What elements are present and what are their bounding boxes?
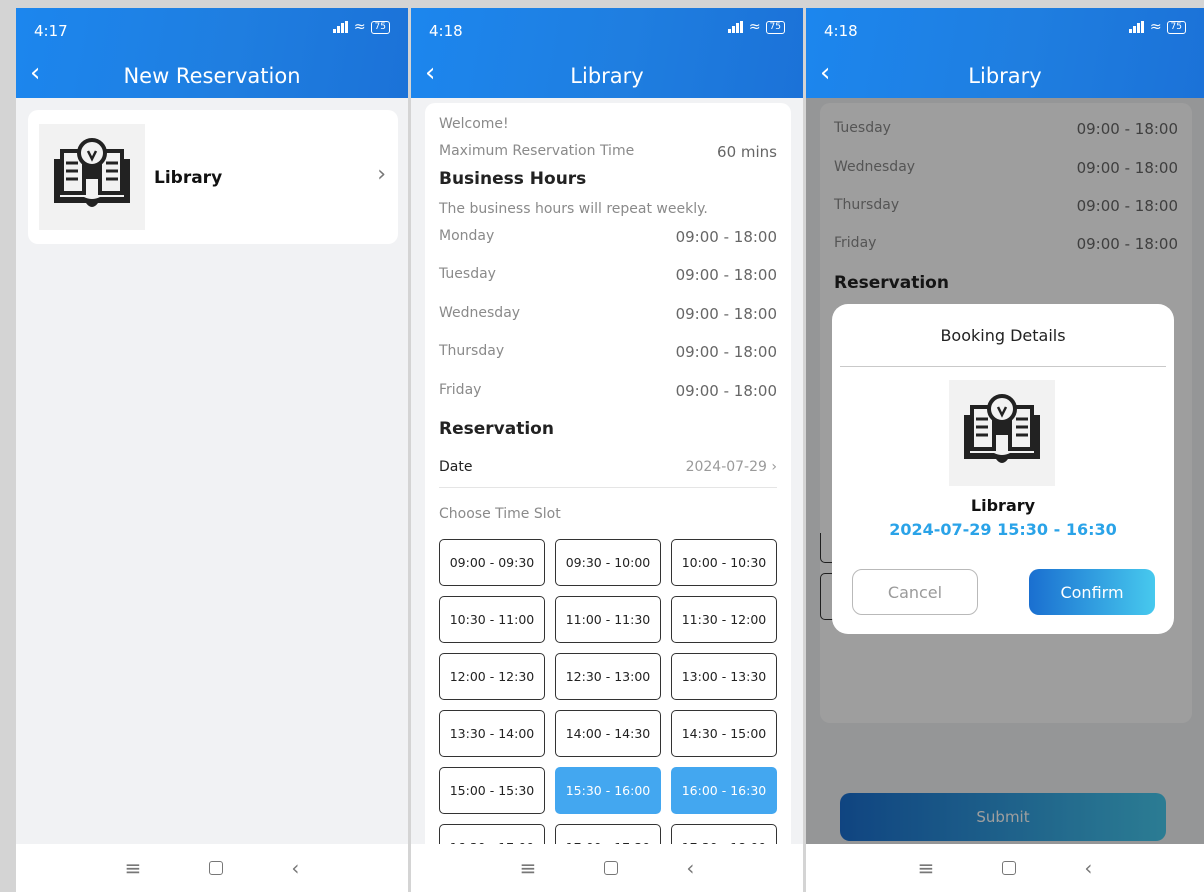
library-list-item[interactable]: Library › (28, 110, 398, 244)
system-nav-bar: ≡ ‹ (806, 844, 1204, 892)
booking-details-dialog: Booking Details Library 2024-07-29 15:30… (832, 304, 1174, 634)
signal-icon (1128, 21, 1145, 33)
wifi-icon: ≈ (748, 19, 761, 35)
date-value-text: 2024-07-29 (685, 459, 767, 475)
page-title: Library (570, 64, 644, 88)
menu-icon[interactable]: ≡ (918, 856, 935, 880)
signal-icon (332, 21, 349, 33)
date-label: Date (439, 459, 473, 475)
app-bar: 4:17 ≈ 75 ‹ New Reservation (16, 8, 408, 98)
day-label: Wednesday (439, 305, 521, 321)
time-slot-button[interactable]: 10:00 - 10:30 (671, 539, 777, 586)
time-slot-button[interactable]: 13:00 - 13:30 (671, 653, 777, 700)
status-icons: ≈ 75 (332, 19, 390, 35)
battery-icon: 75 (1166, 20, 1186, 34)
screen-booking-confirm: 4:18 ≈ 75 ‹ Library Tuesday 09:00 - 18:0… (806, 8, 1204, 892)
wifi-icon: ≈ (353, 19, 366, 35)
time-slot-button[interactable]: 10:30 - 11:00 (439, 596, 545, 643)
day-label: Thursday (439, 343, 505, 359)
library-detail-panel: Welcome! Maximum Reservation Time 60 min… (425, 103, 791, 863)
booking-time: 2024-07-29 15:30 - 16:30 (889, 520, 1117, 539)
home-icon[interactable] (1002, 861, 1017, 875)
system-nav-bar: ≡ ‹ (411, 844, 803, 892)
hours-row: Friday 09:00 - 18:00 (439, 382, 777, 400)
library-thumbnail (39, 124, 145, 230)
status-icons: ≈ 75 (1128, 19, 1186, 35)
business-hours-heading: Business Hours (439, 169, 587, 189)
max-time-value: 60 mins (717, 143, 777, 161)
status-time: 4:18 (429, 22, 463, 40)
time-slot-button[interactable]: 15:30 - 16:00 (555, 767, 661, 814)
library-book-bulb-icon (54, 138, 130, 207)
library-name: Library (154, 168, 223, 188)
max-time-row: Maximum Reservation Time 60 mins (439, 143, 777, 161)
home-icon[interactable] (209, 861, 224, 875)
time-slot-button[interactable]: 16:00 - 16:30 (671, 767, 777, 814)
time-slot-button[interactable]: 14:30 - 15:00 (671, 710, 777, 757)
confirm-button[interactable]: Confirm (1029, 569, 1155, 615)
back-nav-icon[interactable]: ‹ (686, 856, 694, 880)
time-slot-button[interactable]: 12:00 - 12:30 (439, 653, 545, 700)
day-label: Friday (439, 382, 482, 398)
status-time: 4:17 (34, 22, 68, 40)
home-icon[interactable] (604, 861, 619, 875)
date-picker-row[interactable]: Date 2024-07-29 › (439, 459, 777, 488)
time-slot-button[interactable]: 11:30 - 12:00 (671, 596, 777, 643)
time-slot-button[interactable]: 09:30 - 10:00 (555, 539, 661, 586)
app-bar: 4:18 ≈ 75 ‹ Library (411, 8, 803, 98)
library-thumbnail (949, 380, 1055, 486)
library-book-bulb-icon (964, 394, 1040, 463)
day-label: Monday (439, 228, 495, 244)
hours-value: 09:00 - 18:00 (675, 343, 777, 361)
date-value: 2024-07-29 › (686, 459, 777, 475)
chevron-right-icon: › (377, 162, 386, 187)
business-hours-note: The business hours will repeat weekly. (439, 201, 708, 217)
welcome-text: Welcome! (439, 116, 509, 132)
time-slot-button[interactable]: 13:30 - 14:00 (439, 710, 545, 757)
time-slot-button[interactable]: 11:00 - 11:30 (555, 596, 661, 643)
time-slot-button[interactable]: 09:00 - 09:30 (439, 539, 545, 586)
menu-icon[interactable]: ≡ (125, 856, 142, 880)
hours-value: 09:00 - 18:00 (675, 305, 777, 323)
day-label: Tuesday (439, 266, 496, 282)
time-slot-button[interactable]: 15:00 - 15:30 (439, 767, 545, 814)
divider (840, 366, 1166, 367)
booking-name: Library (970, 496, 1036, 515)
menu-icon[interactable]: ≡ (520, 856, 537, 880)
wifi-icon: ≈ (1149, 19, 1162, 35)
screen-library-detail: 4:18 ≈ 75 ‹ Library Welcome! Maximum Res… (411, 8, 803, 892)
signal-icon (727, 21, 744, 33)
back-nav-icon[interactable]: ‹ (291, 856, 299, 880)
screen-new-reservation: 4:17 ≈ 75 ‹ New Reservation Library › ≡ … (16, 8, 408, 892)
page-title: Library (968, 64, 1042, 88)
max-time-label: Maximum Reservation Time (439, 143, 635, 159)
hours-value: 09:00 - 18:00 (675, 266, 777, 284)
system-nav-bar: ≡ ‹ (16, 844, 408, 892)
status-icons: ≈ 75 (727, 19, 785, 35)
back-nav-icon[interactable]: ‹ (1084, 856, 1092, 880)
cancel-button[interactable]: Cancel (852, 569, 978, 615)
hours-value: 09:00 - 18:00 (675, 382, 777, 400)
dialog-title: Booking Details (940, 326, 1066, 345)
battery-icon: 75 (765, 20, 785, 34)
page-title: New Reservation (123, 64, 301, 88)
hours-row: Thursday 09:00 - 18:00 (439, 343, 777, 361)
hours-row: Wednesday 09:00 - 18:00 (439, 305, 777, 323)
chevron-right-icon: › (771, 459, 777, 475)
hours-row: Monday 09:00 - 18:00 (439, 228, 777, 246)
time-slot-button[interactable]: 14:00 - 14:30 (555, 710, 661, 757)
time-slot-heading: Choose Time Slot (439, 506, 561, 522)
hours-value: 09:00 - 18:00 (675, 228, 777, 246)
time-slot-grid: 09:00 - 09:30 09:30 - 10:00 10:00 - 10:30 1… (439, 539, 777, 863)
reservation-heading: Reservation (439, 419, 554, 439)
time-slot-button[interactable]: 12:30 - 13:00 (555, 653, 661, 700)
app-bar: 4:18 ≈ 75 ‹ Library (806, 8, 1204, 98)
battery-icon: 75 (370, 20, 390, 34)
hours-row: Tuesday 09:00 - 18:00 (439, 266, 777, 284)
status-time: 4:18 (824, 22, 858, 40)
